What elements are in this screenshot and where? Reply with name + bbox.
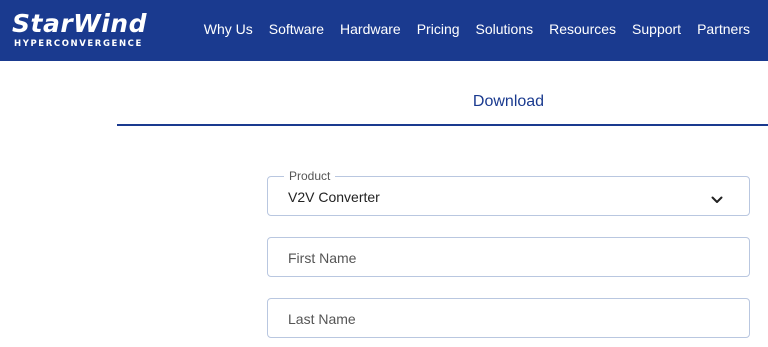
nav-hardware[interactable]: Hardware (332, 20, 409, 38)
last-name-placeholder: Last Name (288, 311, 356, 327)
product-select[interactable]: Product V2V Converter (267, 168, 750, 216)
first-name-placeholder: First Name (288, 250, 357, 266)
last-name-field[interactable]: Last Name (267, 298, 750, 338)
starwind-logo[interactable]: StarWind HYPERCONVERGENCE (12, 9, 147, 50)
top-navigation-bar: StarWind HYPERCONVERGENCE Why Us Softwar… (0, 0, 768, 61)
tab-download[interactable]: Download (117, 93, 768, 111)
first-name-field[interactable]: First Name (267, 237, 750, 277)
logo-subtitle: HYPERCONVERGENCE (14, 39, 143, 49)
main-nav: Why Us Software Hardware Pricing Solutio… (196, 20, 758, 38)
product-selected-value: V2V Converter (288, 189, 380, 205)
download-tab-bar: Download (117, 84, 768, 126)
nav-software[interactable]: Software (261, 20, 332, 38)
nav-solutions[interactable]: Solutions (468, 20, 542, 38)
logo-wordmark: StarWind (12, 9, 147, 38)
nav-support[interactable]: Support (624, 20, 689, 38)
product-label: Product (284, 168, 336, 184)
chevron-down-icon[interactable] (711, 191, 723, 209)
nav-pricing[interactable]: Pricing (409, 20, 468, 38)
nav-why-us[interactable]: Why Us (196, 20, 261, 38)
nav-partners[interactable]: Partners (689, 20, 758, 38)
nav-resources[interactable]: Resources (541, 20, 624, 38)
